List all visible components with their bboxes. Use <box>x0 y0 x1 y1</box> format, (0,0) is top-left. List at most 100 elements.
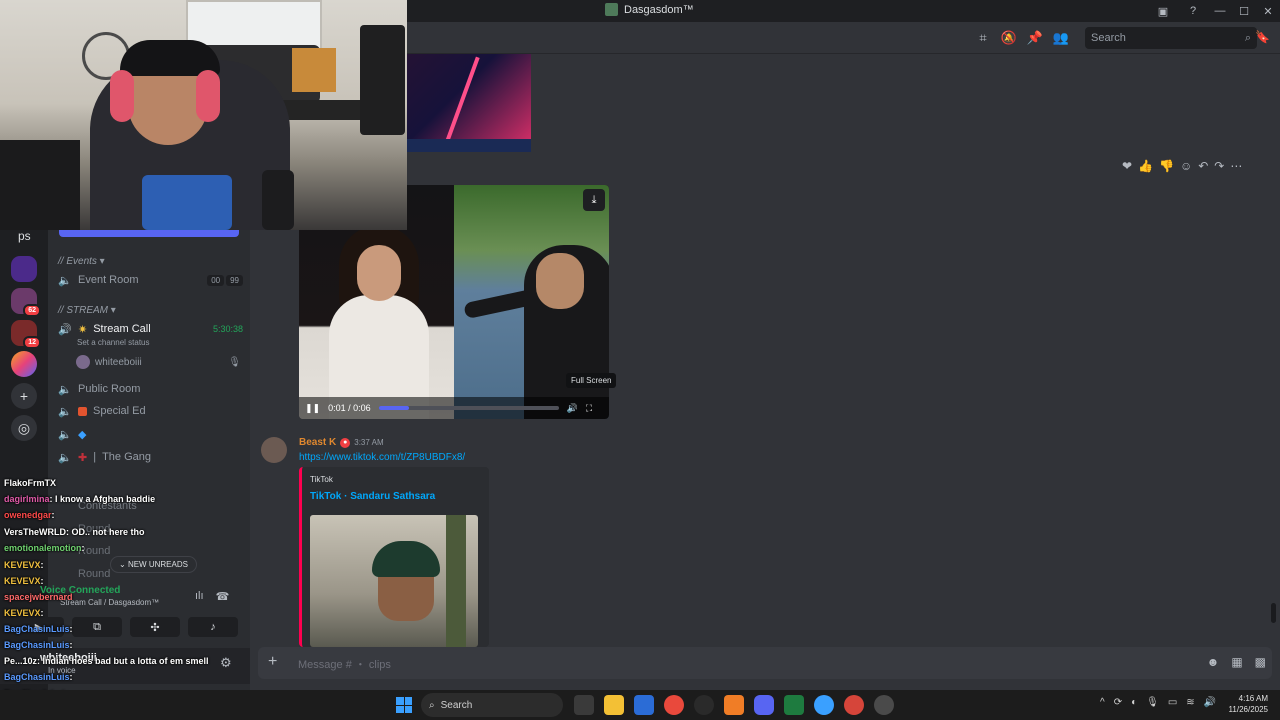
thumbs-down-icon[interactable]: 👎 <box>1159 159 1174 173</box>
stream-chat-user: BagChasinLuis <box>4 672 70 682</box>
chrome-icon[interactable] <box>664 695 684 715</box>
stream-chat-line: VersTheWRLD: OD.. not here tho <box>4 527 145 537</box>
avatar[interactable] <box>261 437 287 463</box>
message-link[interactable]: https://www.tiktok.com/t/ZP8UBDFx8/ <box>299 452 465 463</box>
header-toolbar: ⌗ 🔕 📌 👥 <box>974 29 1070 47</box>
stream-chat-user: FlakoFrmTX <box>4 478 57 488</box>
tray-app-icon-2[interactable]: ◐ <box>1131 697 1137 708</box>
inbox-icon[interactable]: ▣ <box>1148 0 1178 22</box>
stream-chat-line: BagChasinLuis: <box>4 624 73 634</box>
wifi-icon[interactable]: ≋ <box>1186 697 1194 708</box>
muted-icon: 🎙 <box>228 356 241 368</box>
voice-user[interactable]: whiteeboiii 🎙 <box>76 354 241 370</box>
star-icon: ✷ <box>78 323 88 336</box>
channel-diamond[interactable]: 🔈 ◆ <box>58 424 243 444</box>
microphone-icon[interactable]: 🎙 <box>1146 697 1159 708</box>
thumbs-up-icon[interactable]: 👍 <box>1138 159 1153 173</box>
composer-toolbar: ☻ ▦ ▩ <box>1207 655 1266 669</box>
server-icon-1[interactable] <box>11 256 37 282</box>
channel-public-room[interactable]: 🔈 Public Room <box>58 379 243 399</box>
taskbar-search[interactable]: ⌕ Search <box>421 693 563 717</box>
message-author[interactable]: Beast K <box>299 437 336 448</box>
channel-stream-call[interactable]: 🔊 ✷ Stream Call 5:30:38 <box>58 319 243 339</box>
discover-icon[interactable]: ◎ <box>11 415 37 441</box>
apps-icon[interactable]: ▩ <box>1255 655 1266 669</box>
category-stream[interactable]: // STREAM ▾ <box>58 305 116 316</box>
server-icon-2[interactable]: 62 <box>11 288 41 317</box>
user-limit-pill: 00 <box>207 274 225 286</box>
close-button[interactable]: ✕ <box>1256 0 1280 22</box>
volume-icon[interactable]: 🔊 <box>1204 697 1216 708</box>
store-icon[interactable] <box>634 695 654 715</box>
browser-icon[interactable] <box>814 695 834 715</box>
more-icon[interactable]: ⋯ <box>1230 159 1242 173</box>
gif-icon[interactable]: ▦ <box>1231 655 1242 669</box>
gift-icon[interactable]: ☻ <box>1207 655 1220 669</box>
stream-chat-user: owenedgar <box>4 510 52 520</box>
channel-label: Public Room <box>78 383 141 395</box>
stream-chat-message: : <box>81 543 85 553</box>
tray-app-icon[interactable]: ⟳ <box>1114 697 1122 708</box>
channel-special-ed[interactable]: 🔈 Special Ed <box>58 401 243 421</box>
server-icon-3[interactable]: 12 <box>11 320 41 349</box>
maximize-button[interactable]: ☐ <box>1232 0 1256 22</box>
reply-icon[interactable]: ↶ <box>1198 159 1208 173</box>
help-icon[interactable]: ? <box>1178 0 1208 22</box>
server-badge-2: 12 <box>23 336 41 349</box>
task-view-icon[interactable] <box>574 695 594 715</box>
channel-event-room[interactable]: 🔈 Event Room 00 99 <box>58 270 243 290</box>
user-limit-pill: 99 <box>226 274 243 286</box>
file-explorer-icon[interactable] <box>604 695 624 715</box>
members-icon[interactable]: 👥 <box>1052 29 1070 47</box>
emoji-icon: ✚ <box>78 451 88 464</box>
notification-mute-icon[interactable]: 🔕 <box>1000 29 1018 47</box>
add-attachment-icon[interactable]: + <box>268 653 277 671</box>
pin-icon[interactable]: 📌 <box>1026 29 1044 47</box>
chat-scrollbar[interactable] <box>1271 603 1276 623</box>
fullscreen-icon[interactable]: ⛶ <box>586 403 592 414</box>
composer-placeholder: Message # ・ clips <box>298 659 391 671</box>
message-composer[interactable]: + Message # ・ clips ☻ ▦ ▩ <box>258 647 1272 679</box>
add-server-icon[interactable]: + <box>11 383 37 409</box>
monitor-icon[interactable]: ▭ <box>1168 697 1177 708</box>
stream-chat-line: owenedgar: <box>4 510 55 520</box>
embed-thumbnail[interactable] <box>310 515 478 647</box>
channel-the-gang[interactable]: 🔈 ✚ | The Gang <box>58 447 243 467</box>
stream-chat-message: : I know a Afghan baddie <box>49 494 156 504</box>
channel-label: Event Room <box>78 274 139 286</box>
threads-icon[interactable]: ⌗ <box>974 29 992 47</box>
obs-icon[interactable] <box>694 695 714 715</box>
server-icon-4[interactable] <box>11 351 37 377</box>
channel-label: Stream Call <box>93 323 151 335</box>
channel-status[interactable]: Set a channel status <box>77 338 150 347</box>
chrome-icon-2[interactable] <box>844 695 864 715</box>
stream-chat-message: : <box>40 608 44 618</box>
chevron-up-icon[interactable]: ^ <box>1100 697 1105 708</box>
minimize-button[interactable]: — <box>1208 0 1232 22</box>
app-icon[interactable] <box>724 695 744 715</box>
volume-icon[interactable]: 🔊 <box>567 403 578 414</box>
video-progress-bar[interactable] <box>378 406 559 410</box>
discord-icon[interactable] <box>754 695 774 715</box>
speaker-icon: 🔈 <box>58 405 72 418</box>
download-icon[interactable]: ⤓ <box>583 189 605 211</box>
video-controls: ❚❚ 0:01 / 0:06 🔊 ⛶ <box>299 397 609 419</box>
settings-icon[interactable] <box>874 695 894 715</box>
bookmark-icon[interactable]: 🔖 <box>1255 30 1270 44</box>
previous-embed-image[interactable] <box>407 54 531 152</box>
search-input[interactable]: Search ⌕ <box>1085 27 1257 49</box>
fullscreen-tooltip: Full Screen <box>566 373 617 388</box>
reaction-icon[interactable]: ❤ <box>1122 159 1132 173</box>
clock[interactable]: 4:16 AM 11/26/2025 <box>1229 693 1268 715</box>
windows-start-icon[interactable] <box>396 697 412 713</box>
category-events[interactable]: // Events ▾ <box>58 256 105 267</box>
video-time: 0:01 / 0:06 <box>328 403 371 413</box>
taskbar-search-label: Search <box>440 699 473 711</box>
pause-icon[interactable]: ❚❚ <box>305 403 320 414</box>
forward-icon[interactable]: ↷ <box>1214 159 1224 173</box>
embed-title[interactable]: TikTok · Sandaru Sathsara <box>310 491 435 502</box>
excel-icon[interactable] <box>784 695 804 715</box>
stream-chat-line: BagChasinLuis: <box>4 640 73 650</box>
stream-chat-message: : <box>40 560 44 570</box>
add-reaction-icon[interactable]: ☺ <box>1180 159 1192 173</box>
